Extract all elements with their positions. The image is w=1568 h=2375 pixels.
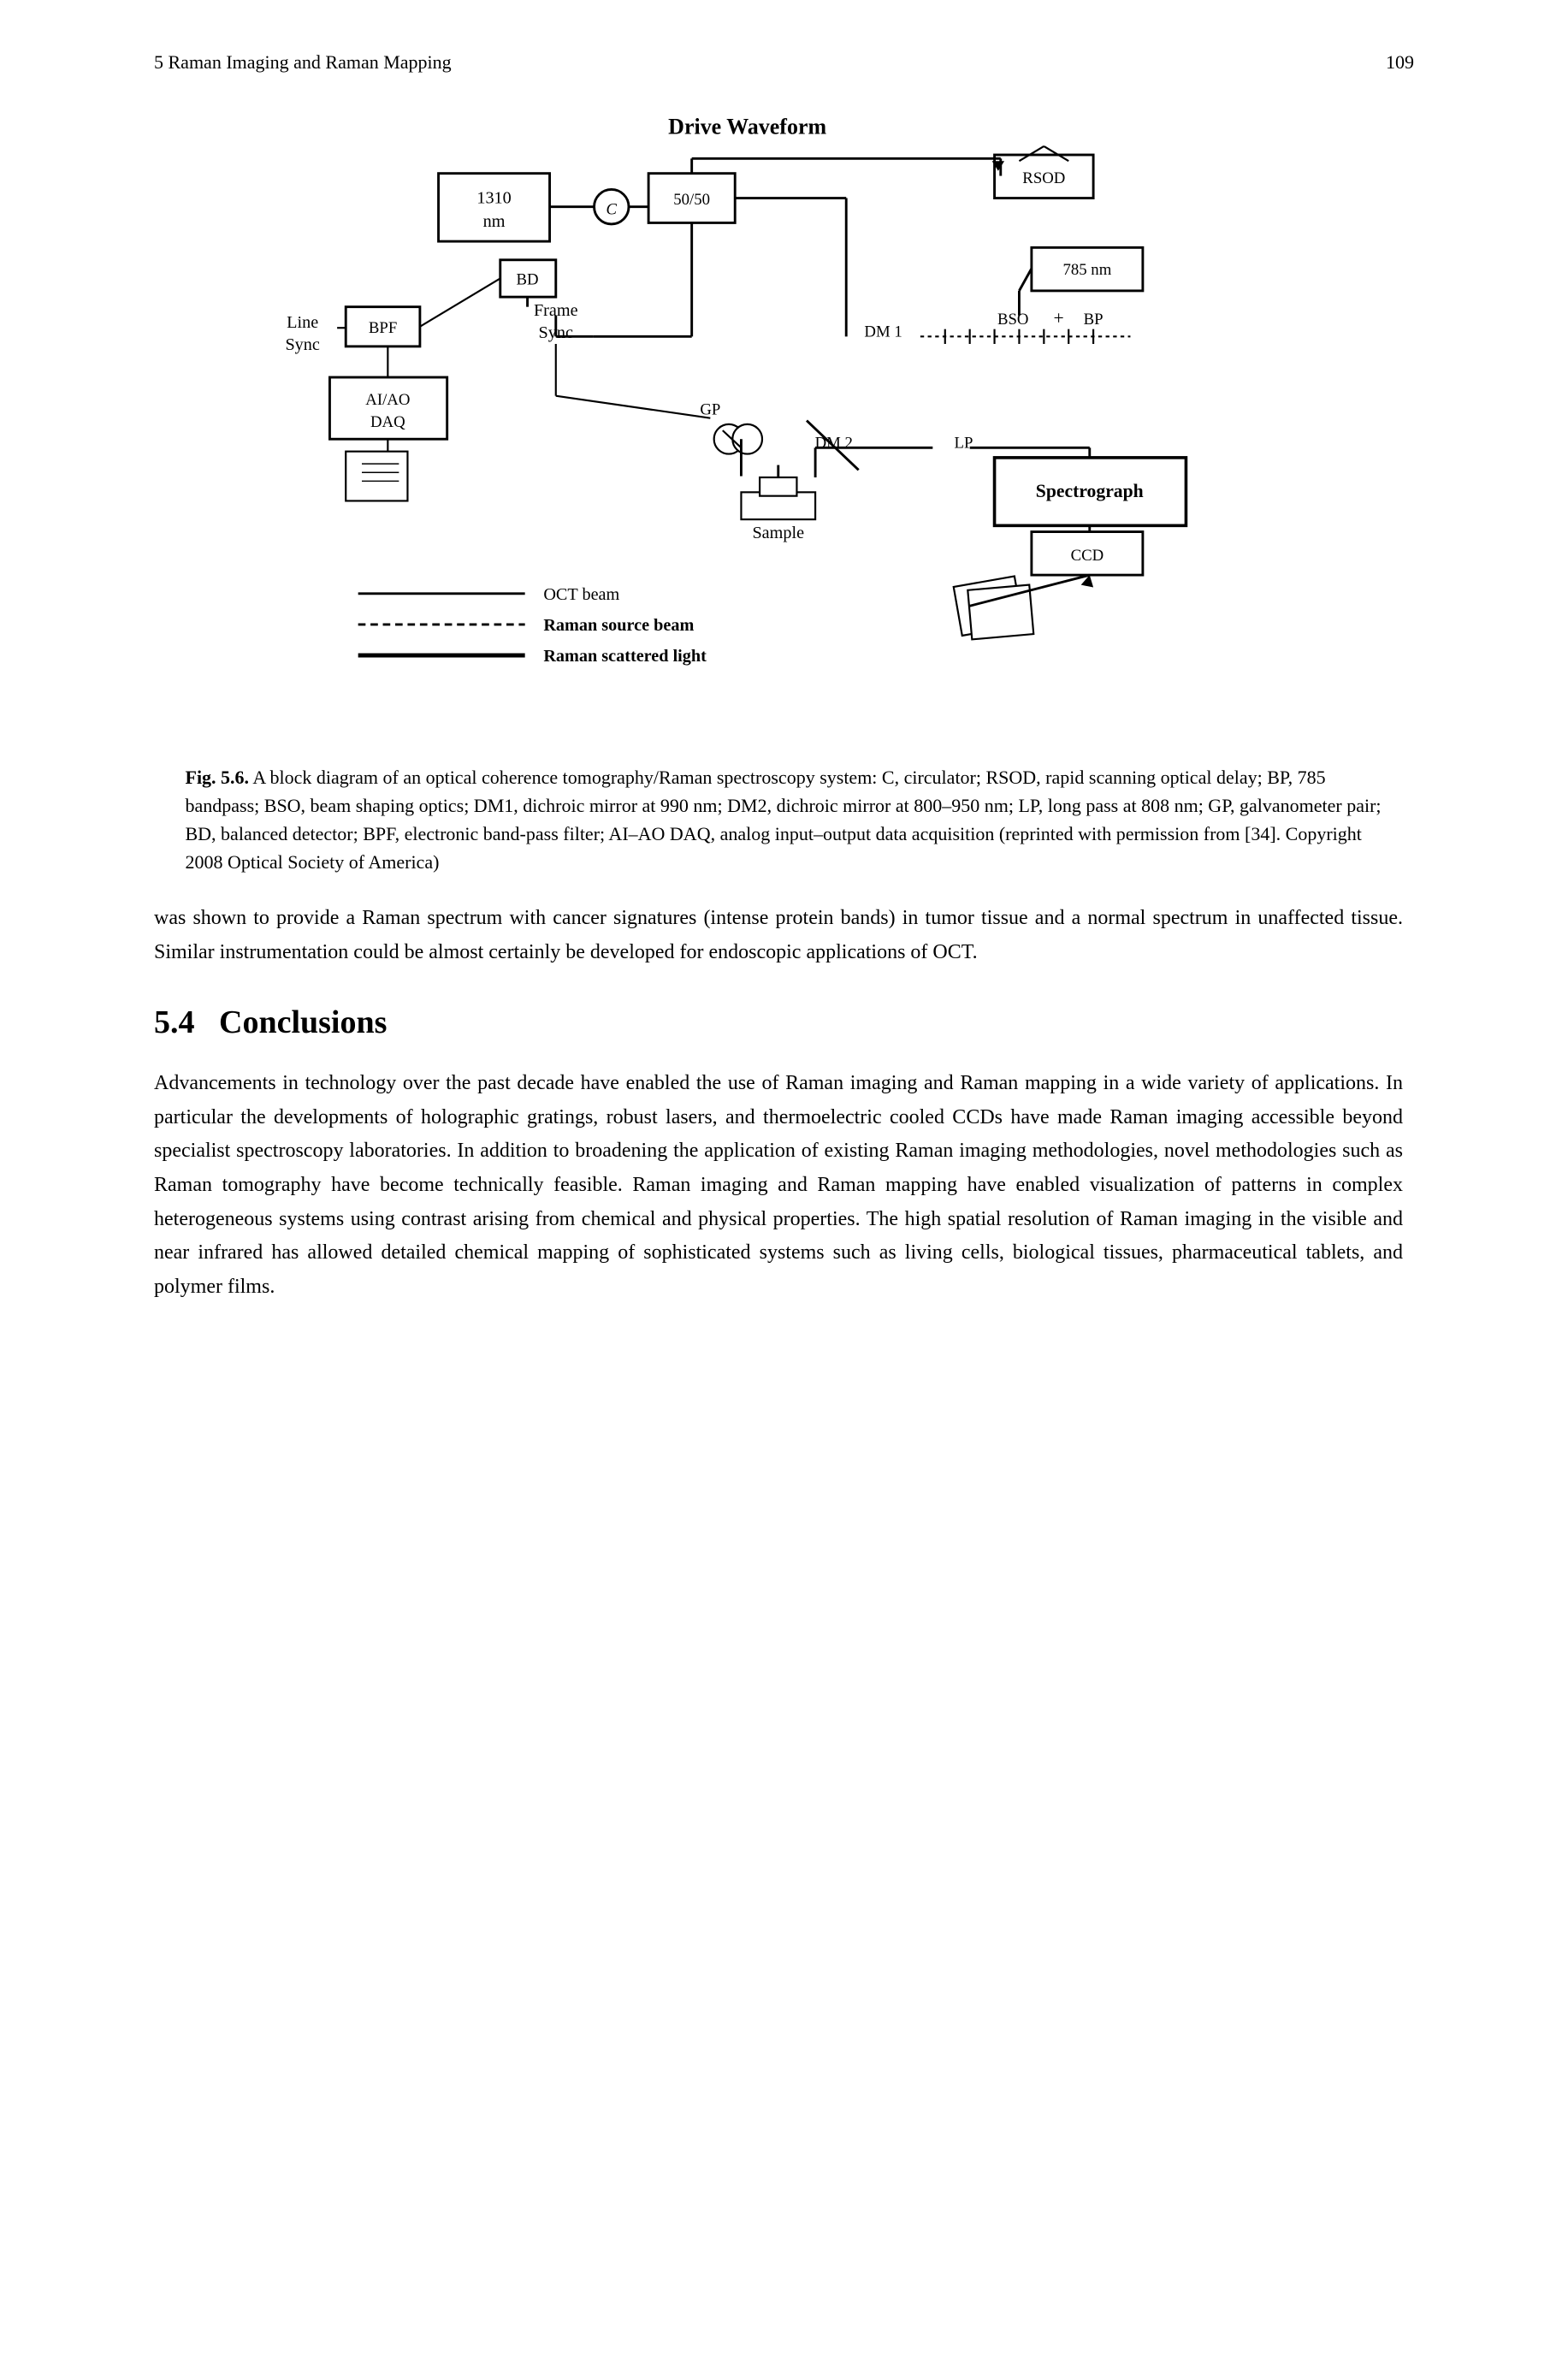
- svg-text:Spectrograph: Spectrograph: [1035, 481, 1143, 501]
- svg-text:LP: LP: [954, 434, 973, 452]
- svg-text:OCT beam: OCT beam: [543, 585, 619, 604]
- diagram-wrapper: Drive Waveform 1310 nm C 50/50 RSOD 785 …: [228, 99, 1340, 746]
- svg-text:Raman source beam: Raman source beam: [543, 616, 694, 635]
- chapter-title: 5 Raman Imaging and Raman Mapping: [154, 51, 452, 74]
- fig-label: Fig. 5.6.: [186, 767, 250, 788]
- svg-text:BSO: BSO: [997, 311, 1028, 329]
- svg-text:BD: BD: [516, 271, 538, 289]
- svg-text:Sync: Sync: [285, 335, 319, 354]
- svg-text:1310: 1310: [476, 188, 511, 207]
- svg-text:Sample: Sample: [752, 524, 804, 542]
- figure-container: Drive Waveform 1310 nm C 50/50 RSOD 785 …: [154, 99, 1414, 876]
- svg-text:50/50: 50/50: [673, 191, 710, 209]
- section-heading: 5.4 Conclusions: [154, 1004, 1414, 1041]
- diagram-svg: Drive Waveform 1310 nm C 50/50 RSOD 785 …: [228, 99, 1340, 742]
- diagram-title: Drive Waveform: [668, 114, 826, 139]
- svg-text:DAQ: DAQ: [370, 413, 405, 431]
- svg-text:785 nm: 785 nm: [1062, 261, 1111, 279]
- section-title: Conclusions: [219, 1004, 387, 1040]
- svg-text:BP: BP: [1083, 311, 1103, 329]
- svg-text:RSOD: RSOD: [1022, 169, 1065, 187]
- fig-caption-text: A block diagram of an optical coherence …: [186, 767, 1382, 873]
- page-header: 5 Raman Imaging and Raman Mapping 109: [154, 51, 1414, 74]
- body-text-paragraph-2: Advancements in technology over the past…: [154, 1067, 1403, 1304]
- svg-text:GP: GP: [700, 400, 720, 418]
- fig-caption: Fig. 5.6. A block diagram of an optical …: [186, 763, 1383, 876]
- svg-text:+: +: [1053, 308, 1063, 329]
- svg-text:CCD: CCD: [1070, 547, 1104, 565]
- svg-text:BPF: BPF: [368, 319, 396, 337]
- svg-text:Line: Line: [287, 313, 318, 332]
- svg-text:DM 2: DM 2: [814, 434, 852, 452]
- svg-text:DM 1: DM 1: [864, 323, 902, 341]
- svg-text:nm: nm: [482, 212, 505, 231]
- section-number: 5.4: [154, 1004, 195, 1040]
- page-number: 109: [1386, 51, 1414, 74]
- body-text-paragraph-1: was shown to provide a Raman spectrum wi…: [154, 902, 1403, 969]
- svg-text:Raman scattered light: Raman scattered light: [543, 647, 707, 666]
- svg-text:C: C: [606, 200, 617, 218]
- svg-text:AI/AO: AI/AO: [365, 391, 410, 409]
